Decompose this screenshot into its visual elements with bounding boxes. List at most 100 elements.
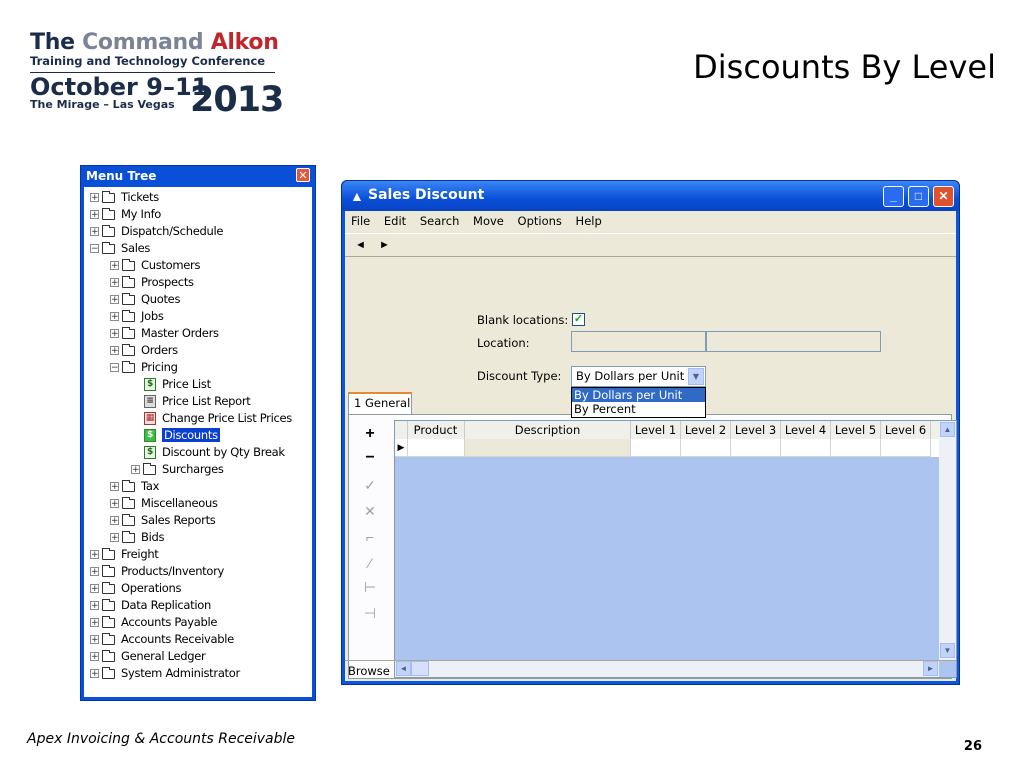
tree-item-freight[interactable]: + Freight	[90, 546, 159, 563]
tree-item-jobs[interactable]: + Jobs	[110, 308, 164, 325]
menu-file[interactable]: File	[351, 214, 370, 228]
window-titlebar[interactable]: ▲ Sales Discount _ □ ✕	[342, 181, 959, 211]
cancel-x-icon[interactable]: ✕	[361, 503, 379, 520]
table-cell[interactable]	[631, 439, 681, 457]
tree-item-surcharges[interactable]: + Surcharges	[131, 461, 224, 478]
discount-type-select[interactable]: By Dollars per Unit ▼	[571, 366, 706, 387]
expand-icon[interactable]: +	[90, 618, 99, 628]
expand-icon[interactable]: +	[110, 261, 119, 271]
menu-options[interactable]: Options	[518, 214, 562, 228]
save-check-icon[interactable]: ✓	[361, 477, 379, 494]
chevron-down-icon[interactable]: ▼	[688, 368, 704, 385]
next-record-icon[interactable]: ►	[379, 239, 390, 251]
discount-type-dropdown[interactable]: By Dollars per Unit By Percent	[571, 387, 706, 418]
tree-item-dispatch-schedule[interactable]: + Dispatch/Schedule	[90, 223, 223, 240]
last-icon[interactable]: ⊣	[361, 605, 379, 622]
column-header[interactable]: Description	[465, 421, 631, 439]
table-cell[interactable]	[681, 439, 731, 457]
tree-item-change-price-list-prices[interactable]: ▦ Change Price List Prices	[144, 410, 292, 427]
column-header[interactable]: Product	[407, 421, 465, 439]
expand-icon[interactable]: +	[90, 227, 99, 237]
table-cell[interactable]	[407, 439, 465, 457]
line-icon[interactable]: ⁄	[361, 555, 379, 571]
expand-icon[interactable]: +	[110, 278, 119, 288]
tree-item-tickets[interactable]: + Tickets	[90, 189, 159, 206]
previous-record-icon[interactable]: ◄	[355, 239, 366, 251]
expand-icon[interactable]: +	[131, 465, 140, 475]
expand-icon[interactable]: +	[110, 499, 119, 509]
column-header[interactable]: Level 5	[831, 421, 881, 439]
table-row[interactable]: ▶	[395, 439, 956, 457]
location-field[interactable]	[571, 331, 706, 352]
tree-item-pricing[interactable]: − Pricing	[110, 359, 178, 376]
table-cell[interactable]	[781, 439, 831, 457]
tree-item-accounts-receivable[interactable]: + Accounts Receivable	[90, 631, 234, 648]
tree-item-quotes[interactable]: + Quotes	[110, 291, 180, 308]
tree-item-sales-reports[interactable]: + Sales Reports	[110, 512, 216, 529]
tree-item-discounts[interactable]: $ Discounts	[144, 427, 220, 444]
discount-grid[interactable]: Product Description Level 1 Level 2 Leve…	[394, 420, 957, 678]
tree-item-orders[interactable]: + Orders	[110, 342, 178, 359]
expand-icon[interactable]: +	[90, 635, 99, 645]
tree-item-general-ledger[interactable]: + General Ledger	[90, 648, 206, 665]
tree-item-prospects[interactable]: + Prospects	[110, 274, 194, 291]
menu-help[interactable]: Help	[576, 214, 602, 228]
tree-item-price-list[interactable]: $ Price List	[144, 376, 211, 393]
table-cell[interactable]	[881, 439, 931, 457]
column-header[interactable]: Level 6	[881, 421, 931, 439]
tree-item-discount-by-qty-break[interactable]: $ Discount by Qty Break	[144, 444, 285, 461]
blank-locations-checkbox[interactable]: ✓	[572, 313, 585, 326]
tree-item-accounts-payable[interactable]: + Accounts Payable	[90, 614, 217, 631]
column-header[interactable]: Level 1	[631, 421, 681, 439]
expand-icon[interactable]: +	[110, 295, 119, 305]
delete-row-icon[interactable]: −	[361, 449, 379, 467]
close-icon[interactable]: ✕	[296, 168, 310, 182]
maximize-icon[interactable]: □	[908, 186, 929, 207]
scroll-up-icon[interactable]: ▲	[940, 422, 955, 437]
add-row-icon[interactable]: +	[361, 425, 379, 443]
tree-item-price-list-report[interactable]: ≡ Price List Report	[144, 393, 251, 410]
menu-move[interactable]: Move	[473, 214, 504, 228]
tree-item-data-replication[interactable]: + Data Replication	[90, 597, 211, 614]
scroll-down-icon[interactable]: ▼	[940, 643, 955, 658]
expand-icon[interactable]: +	[110, 482, 119, 492]
first-icon[interactable]: ⌐	[361, 529, 379, 545]
dropdown-option[interactable]: By Percent	[572, 402, 705, 416]
table-cell[interactable]	[831, 439, 881, 457]
tree-item-products-inventory[interactable]: + Products/Inventory	[90, 563, 224, 580]
column-header[interactable]: Level 2	[681, 421, 731, 439]
expand-icon[interactable]: +	[90, 584, 99, 594]
expand-icon[interactable]: +	[110, 346, 119, 356]
expand-icon[interactable]: +	[90, 669, 99, 679]
location-description-field[interactable]	[706, 331, 881, 352]
flag-icon[interactable]: ⊢	[361, 579, 379, 596]
tree-item-bids[interactable]: + Bids	[110, 529, 164, 546]
tree-item-sales[interactable]: − Sales	[90, 240, 150, 257]
column-header[interactable]: Level 4	[781, 421, 831, 439]
menu-search[interactable]: Search	[420, 214, 460, 228]
tree-item-system-administrator[interactable]: + System Administrator	[90, 665, 240, 682]
expand-icon[interactable]: +	[90, 210, 99, 220]
tree-item-tax[interactable]: + Tax	[110, 478, 159, 495]
tab-general[interactable]: 1 General	[348, 392, 412, 414]
tree-item-customers[interactable]: + Customers	[110, 257, 200, 274]
expand-icon[interactable]: +	[90, 550, 99, 560]
column-header[interactable]: Level 3	[731, 421, 781, 439]
tree-item-miscellaneous[interactable]: + Miscellaneous	[110, 495, 218, 512]
expand-icon[interactable]: +	[110, 516, 119, 526]
dropdown-option[interactable]: By Dollars per Unit	[572, 388, 705, 402]
expand-icon[interactable]: +	[90, 652, 99, 662]
expand-icon[interactable]: +	[110, 329, 119, 339]
expand-icon[interactable]: +	[90, 193, 99, 203]
minimize-icon[interactable]: _	[883, 186, 904, 207]
tree-item-my-info[interactable]: + My Info	[90, 206, 161, 223]
vertical-scrollbar[interactable]: ▲ ▼	[939, 421, 956, 661]
tree-item-operations[interactable]: + Operations	[90, 580, 182, 597]
expand-icon[interactable]: +	[110, 312, 119, 322]
collapse-icon[interactable]: −	[90, 244, 99, 254]
expand-icon[interactable]: +	[110, 533, 119, 543]
close-icon[interactable]: ✕	[933, 186, 954, 207]
table-cell[interactable]	[731, 439, 781, 457]
expand-icon[interactable]: +	[90, 567, 99, 577]
tree-item-master-orders[interactable]: + Master Orders	[110, 325, 219, 342]
